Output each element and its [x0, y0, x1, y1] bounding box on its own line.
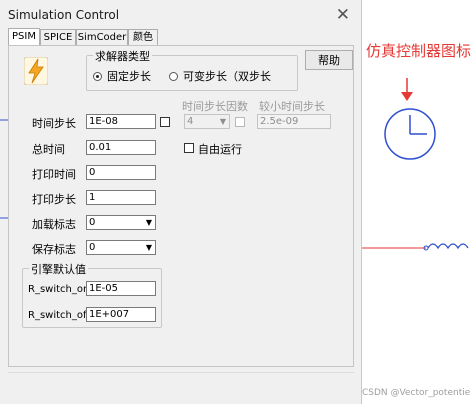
engine-defaults-label: 引擎默认值: [29, 261, 88, 277]
tab-color[interactable]: 颜色: [128, 29, 158, 45]
solver-type-label: 求解器类型: [93, 48, 152, 64]
time-step-factor-value: 4: [187, 116, 194, 127]
annotation-text: 仿真控制器图标: [366, 42, 472, 60]
time-step-input[interactable]: 1E-08: [86, 114, 156, 129]
chevron-down-icon: ▼: [145, 218, 152, 227]
free-run-checkbox[interactable]: [184, 143, 194, 153]
total-time-label: 总时间: [32, 143, 65, 156]
time-step-factor-select: 4 ▼: [184, 114, 230, 129]
fixed-step-radio[interactable]: 固定步长: [93, 68, 151, 84]
min-time-step-label: 较小时间步长: [259, 100, 325, 113]
r-switch-off-label: R_switch_off: [28, 310, 90, 321]
tab-simcoder[interactable]: SimCoder: [76, 29, 128, 45]
tab-spice[interactable]: SPICE: [40, 29, 76, 45]
lightning-bolt-icon: [24, 57, 48, 85]
variable-step-radio[interactable]: 可变步长（双步长: [169, 68, 271, 84]
load-flag-select[interactable]: 0 ▼: [86, 215, 156, 230]
free-run-label: 自由运行: [198, 143, 242, 156]
save-flag-label: 保存标志: [32, 243, 76, 256]
load-flag-label: 加载标志: [32, 218, 76, 231]
r-switch-off-input[interactable]: 1E+007: [86, 307, 156, 322]
help-button[interactable]: 帮助: [305, 50, 353, 70]
radio-dot: [169, 71, 178, 81]
close-icon[interactable]: ✕: [336, 5, 350, 25]
watermark: CSDN @Vector_potentie: [362, 388, 471, 398]
print-step-input[interactable]: 1: [86, 190, 156, 205]
print-time-label: 打印时间: [32, 168, 76, 181]
clock-icon[interactable]: [384, 108, 436, 160]
chevron-down-icon: ▼: [219, 117, 226, 126]
solver-type-group: 求解器类型 固定步长 可变步长（双步长: [86, 48, 298, 91]
save-flag-select[interactable]: 0 ▼: [86, 240, 156, 255]
annotation-arrow-head: [401, 92, 413, 101]
print-step-label: 打印步长: [32, 193, 76, 206]
time-step-factor-label: 时间步长因数: [182, 100, 248, 113]
save-flag-value: 0: [89, 242, 96, 253]
tab-psim[interactable]: PSIM: [8, 28, 40, 46]
min-time-step-input: 2.5e-09: [257, 114, 331, 129]
variable-step-label: 可变步长（双步长: [183, 70, 271, 83]
dialog-footer: [8, 372, 354, 395]
load-flag-value: 0: [89, 217, 96, 228]
r-switch-on-label: R_switch_on: [28, 284, 90, 295]
window-title: Simulation Control: [8, 8, 120, 22]
print-time-input[interactable]: 0: [86, 165, 156, 180]
fixed-step-label: 固定步长: [107, 70, 151, 83]
title-bar: Simulation Control ✕: [0, 0, 362, 32]
wire-stubs-left: [0, 119, 8, 219]
time-step-checkbox[interactable]: [160, 117, 170, 127]
radio-dot-selected: [93, 71, 102, 81]
total-time-input[interactable]: 0.01: [86, 140, 156, 155]
inductor-icon[interactable]: [427, 243, 469, 250]
chevron-down-icon: ▼: [145, 243, 152, 252]
time-step-label: 时间步长: [32, 117, 76, 130]
factor-checkbox: [235, 117, 245, 127]
r-switch-on-input[interactable]: 1E-05: [86, 281, 156, 296]
simulation-control-dialog: Simulation Control ✕ PSIM SPICE SimCoder…: [0, 0, 362, 404]
